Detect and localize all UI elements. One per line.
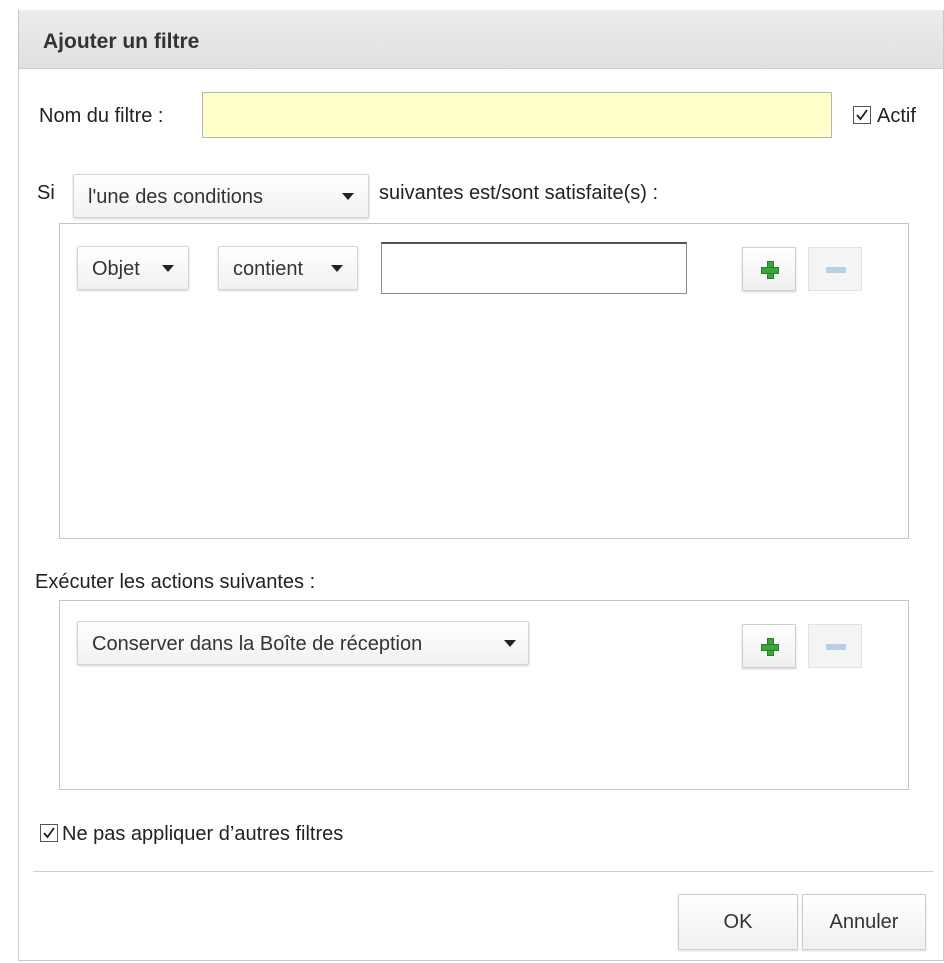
caret-down-icon [504,640,516,647]
minus-icon [826,267,846,273]
remove-condition-button[interactable] [808,247,862,291]
condition-operator-value: contient [233,258,304,280]
active-checkbox[interactable] [853,106,871,124]
dialog-titlebar[interactable]: Ajouter un filtre [19,10,943,69]
caret-down-icon [162,265,174,272]
remove-action-button[interactable] [808,624,862,668]
condition-prefix-label: Si [37,182,55,204]
dialog-title: Ajouter un filtre [43,30,200,53]
add-action-button[interactable] [742,624,796,668]
plus-icon [761,261,779,279]
checkmark-icon [43,827,55,839]
stop-processing-checkbox[interactable] [40,824,58,842]
ok-button[interactable]: OK [678,894,798,950]
condition-field-value: Objet [92,258,140,280]
match-mode-value: l'une des conditions [88,186,264,208]
filter-name-label: Nom du filtre : [39,105,164,127]
condition-operator-dropdown[interactable]: contient [218,246,358,290]
stop-processing-label: Ne pas appliquer d’autres filtres [62,823,344,845]
add-condition-button[interactable] [742,247,796,291]
filter-name-input[interactable] [202,92,832,138]
caret-down-icon [342,193,354,200]
condition-suffix-label: suivantes est/sont satisfaite(s) : [379,182,659,204]
match-mode-dropdown[interactable]: l'une des conditions [73,174,369,218]
minus-icon [826,644,846,650]
actions-label: Exécuter les actions suivantes : [35,571,316,593]
cancel-button[interactable]: Annuler [802,894,926,950]
active-label: Actif [877,105,916,127]
condition-field-dropdown[interactable]: Objet [77,246,189,290]
plus-icon [761,638,779,656]
condition-value-input[interactable] [381,242,687,294]
footer-separator [33,871,933,872]
add-filter-dialog: Ajouter un filtre Nom du filtre : Actif … [18,10,944,961]
caret-down-icon [331,265,343,272]
action-dropdown[interactable]: Conserver dans la Boîte de réception [77,621,529,665]
checkmark-icon [856,109,868,121]
action-value: Conserver dans la Boîte de réception [92,633,423,655]
